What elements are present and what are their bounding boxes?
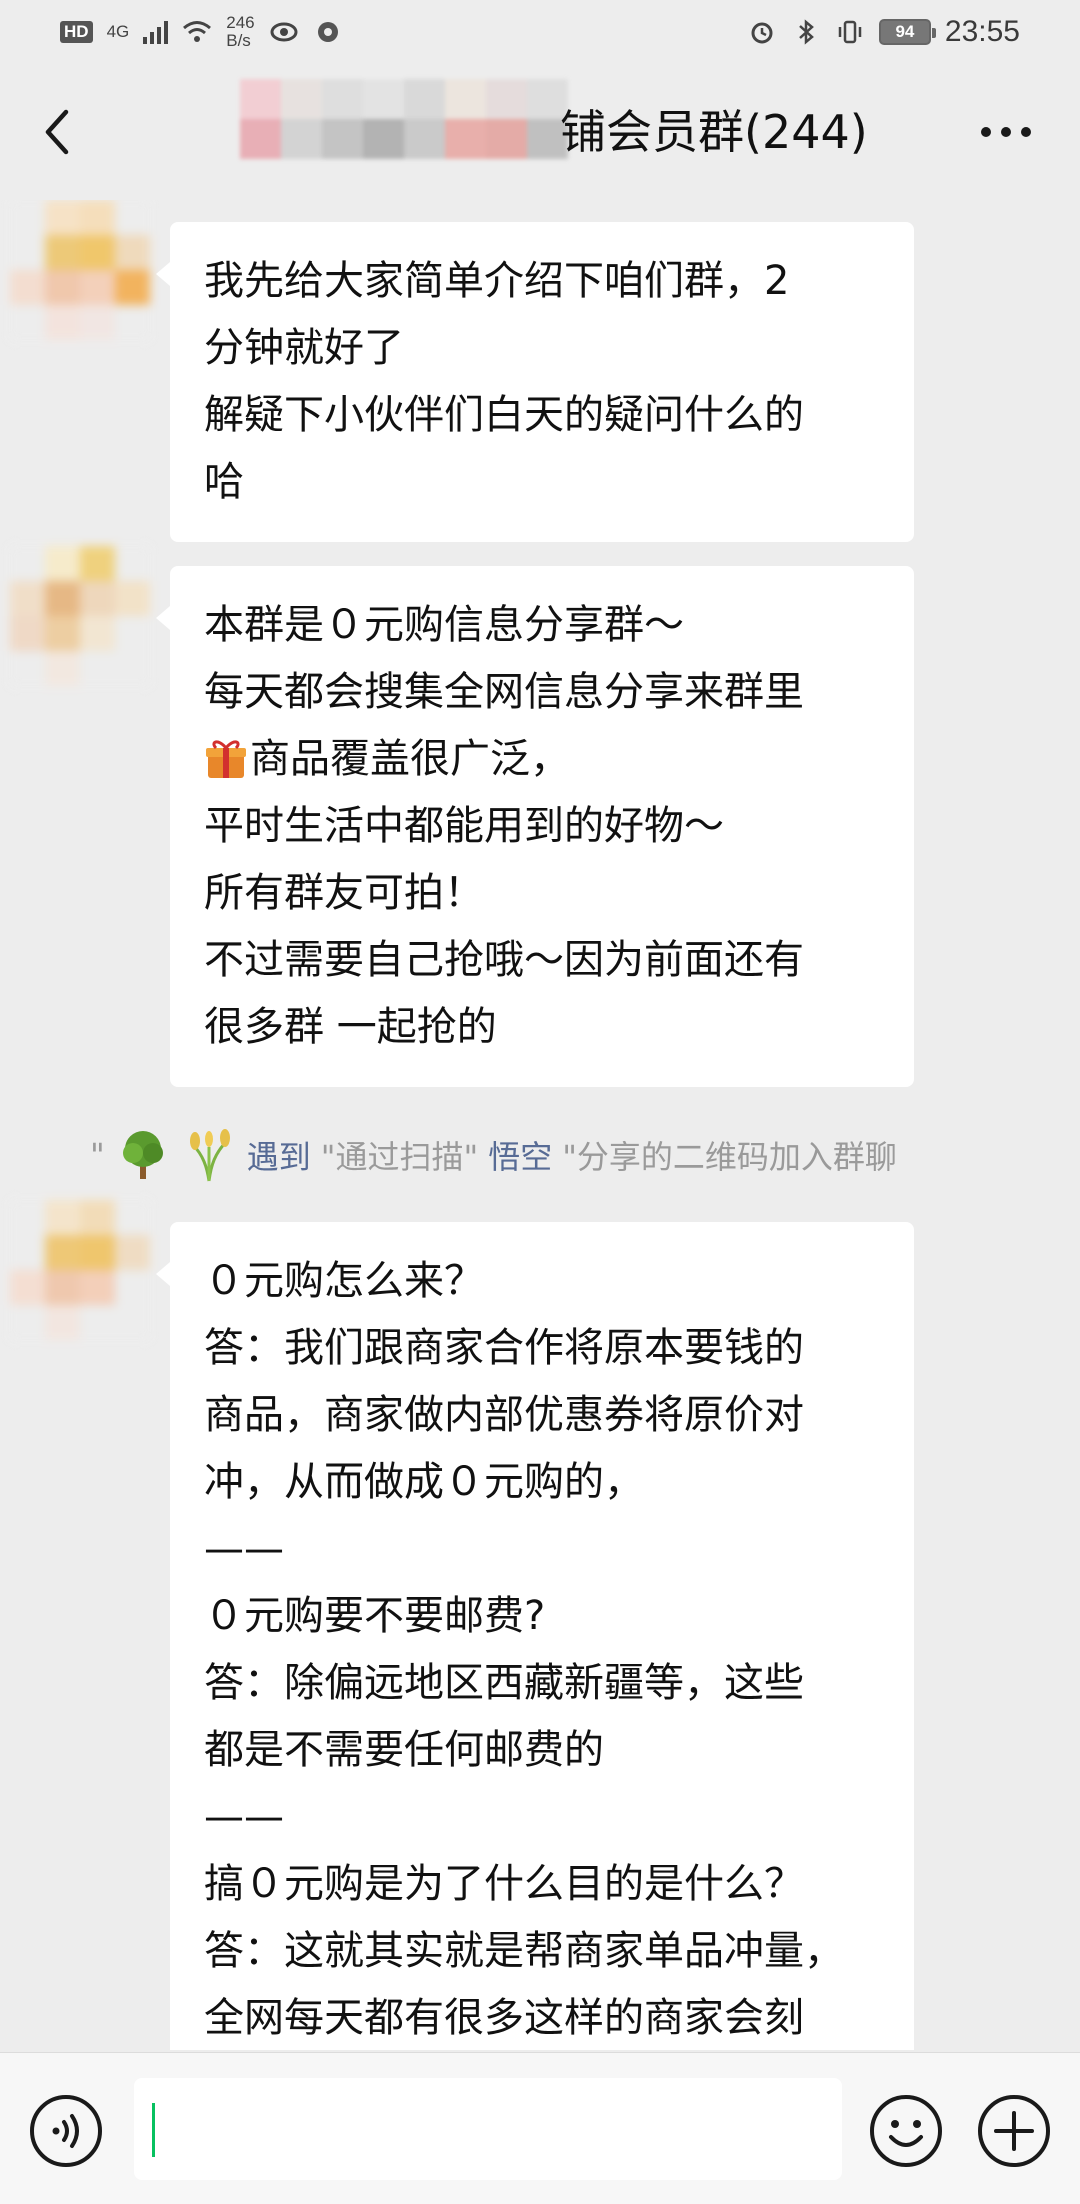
message-text: 解疑下小伙伴们白天的疑问什么的: [204, 392, 804, 438]
input-bar: [0, 2052, 1080, 2204]
message-text: 答：这就其实就是帮商家单品冲量，: [204, 1928, 844, 1974]
chat-screen: HD 4G 246 B/s 94 23:55 铺会员群(244) 我先给大家简单…: [0, 0, 1080, 2204]
avatar[interactable]: [10, 1200, 150, 1340]
signal-icon: [143, 20, 169, 44]
message-text: 所有群友可拍！: [204, 870, 484, 916]
eye-icon: [270, 22, 298, 42]
message-text: 平时生活中都能用到的好物～: [204, 803, 724, 849]
status-bar: HD 4G 246 B/s 94 23:55: [0, 0, 1080, 64]
message-bubble[interactable]: 本群是０元购信息分享群～ 每天都会搜集全网信息分享来群里 商品覆盖很广泛， 平时…: [156, 566, 914, 1087]
message-text: 我先给大家简单介绍下咱们群，2: [204, 258, 790, 304]
alarm-icon: [751, 22, 773, 44]
notice-inviter-name[interactable]: 悟空: [488, 1132, 552, 1178]
message-text-with-gift: 商品覆盖很广泛，: [204, 726, 882, 793]
message-list[interactable]: 我先给大家简单介绍下咱们群，2 分钟就好了 解疑下小伙伴们白天的疑问什么的 哈 …: [0, 200, 1080, 2050]
notice-quote: ": [90, 1136, 105, 1174]
avatar[interactable]: [10, 200, 150, 340]
title-bar: 铺会员群(244): [0, 64, 1080, 200]
battery-indicator: 94: [878, 19, 936, 45]
more-dots-icon: [981, 127, 1031, 137]
message-text: ——: [204, 1526, 284, 1572]
chat-title: 铺会员群(244): [560, 105, 868, 159]
status-left: HD 4G 246 B/s: [60, 14, 343, 50]
gift-icon: [206, 740, 246, 778]
network-speed-unit: B/s: [226, 31, 251, 50]
notice-text: "通过扫描": [320, 1138, 479, 1176]
message-text: ——: [204, 1794, 284, 1840]
network-speed-value: 246: [226, 13, 255, 32]
message-text: 冲，从而做成０元购的，: [204, 1459, 644, 1505]
network-speed: 246 B/s: [226, 14, 254, 50]
message-text: 商品，商家做内部优惠券将原价对: [204, 1392, 804, 1438]
emoji-button[interactable]: [868, 2093, 944, 2169]
avatar[interactable]: [10, 546, 150, 686]
message-text: 本群是０元购信息分享群～: [204, 602, 684, 648]
network-type: 4G: [106, 22, 130, 41]
message-text: 商品覆盖很广泛，: [250, 736, 570, 782]
message-text: ０元购怎么来？: [204, 1258, 484, 1304]
text-cursor: [152, 2103, 155, 2157]
status-time: 23:55: [944, 15, 1020, 48]
title-redaction-mosaic: [240, 79, 568, 159]
message-text: ０元购要不要邮费?: [204, 1593, 546, 1639]
notice-member-name[interactable]: 遇到: [247, 1132, 311, 1178]
message-text: 全网每天都有很多这样的商家会刻: [204, 1995, 804, 2041]
plus-button[interactable]: [976, 2093, 1052, 2169]
system-notice: " 遇到 "通过扫描" 悟空 "分享的二维码加入群聊: [90, 1120, 897, 1190]
message-text: 不过需要自己抢哦～因为前面还有: [204, 937, 804, 983]
message-text: 哈: [204, 459, 244, 505]
notice-text: "分享的二维码加入群聊: [562, 1138, 897, 1176]
message-text: 每天都会搜集全网信息分享来群里: [204, 669, 804, 715]
vibrate-icon: [838, 20, 862, 44]
message-text: 都是不需要任何邮费的: [204, 1727, 604, 1773]
message-text: 很多群 一起抢的: [204, 1004, 497, 1050]
wifi-icon: [183, 21, 212, 42]
message-bubble[interactable]: ０元购怎么来？ 答：我们跟商家合作将原本要钱的 商品，商家做内部优惠券将原价对 …: [156, 1222, 914, 2050]
message-input[interactable]: [134, 2078, 842, 2180]
chevron-left-icon: [45, 109, 69, 155]
message-bubble[interactable]: 我先给大家简单介绍下咱们群，2 分钟就好了 解疑下小伙伴们白天的疑问什么的 哈: [156, 222, 914, 542]
more-button[interactable]: [972, 100, 1040, 164]
rice-plant-icon: [189, 1129, 230, 1182]
message-text: 分钟就好了: [204, 325, 404, 371]
hd-badge: HD: [60, 21, 93, 43]
message-text: 答：除偏远地区西藏新疆等，这些: [204, 1660, 804, 1706]
tree-icon: [122, 1131, 163, 1179]
status-right: 94 23:55: [747, 15, 1020, 49]
voice-icon: [30, 2095, 102, 2167]
emoji-icon: [870, 2095, 942, 2167]
back-button[interactable]: [28, 100, 88, 164]
voice-button[interactable]: [28, 2093, 104, 2169]
bluetooth-icon: [799, 19, 814, 45]
plus-icon: [978, 2095, 1050, 2167]
message-text: 搞０元购是为了什么目的是什么？: [204, 1861, 804, 1907]
app-notification-icon: [317, 22, 338, 42]
message-text: 答：我们跟商家合作将原本要钱的: [204, 1325, 804, 1371]
